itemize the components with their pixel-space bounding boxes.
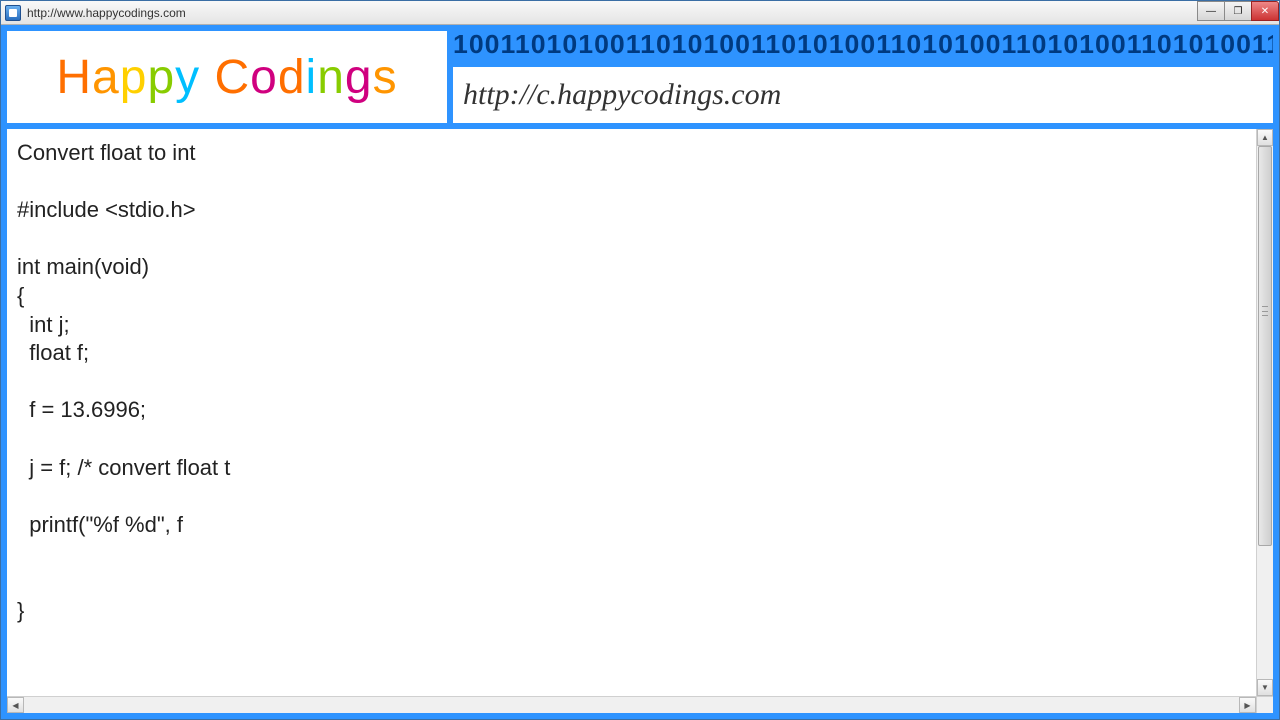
code-content: Convert float to int #include <stdio.h> … bbox=[7, 129, 1273, 713]
app-body: Happy Codings 10011010100110101001101010… bbox=[1, 25, 1279, 719]
titlebar[interactable]: http://www.happycodings.com — ❐ ✕ bbox=[1, 1, 1279, 25]
scroll-corner bbox=[1256, 696, 1273, 713]
window-controls: — ❐ ✕ bbox=[1198, 1, 1279, 21]
vscroll-thumb[interactable] bbox=[1258, 146, 1272, 546]
scroll-up-button[interactable]: ▲ bbox=[1257, 129, 1273, 146]
app-window: http://www.happycodings.com — ❐ ✕ Happy … bbox=[0, 0, 1280, 720]
header-right: 1001101010011010100110101001101010011010… bbox=[453, 31, 1273, 123]
site-url: http://c.happycodings.com bbox=[453, 67, 1273, 123]
header-row: Happy Codings 10011010100110101001101010… bbox=[7, 31, 1273, 123]
logo: Happy Codings bbox=[7, 31, 447, 123]
app-icon bbox=[5, 5, 21, 21]
content-code: #include <stdio.h> int main(void) { int … bbox=[17, 197, 230, 622]
scroll-right-button[interactable]: ▶ bbox=[1239, 697, 1256, 713]
vertical-scrollbar[interactable]: ▲ ▼ bbox=[1256, 129, 1273, 696]
content-area: Convert float to int #include <stdio.h> … bbox=[7, 129, 1273, 713]
window-title: http://www.happycodings.com bbox=[27, 6, 186, 20]
vscroll-track[interactable] bbox=[1257, 146, 1273, 679]
minimize-button[interactable]: — bbox=[1197, 1, 1225, 21]
svg-text:100110101001101010011010100110: 1001101010011010100110101001101010011010… bbox=[453, 31, 1273, 59]
hscroll-track[interactable] bbox=[24, 697, 1239, 713]
binary-decoration: 1001101010011010100110101001101010011010… bbox=[453, 31, 1273, 61]
content-title: Convert float to int bbox=[17, 140, 196, 165]
scroll-left-button[interactable]: ◀ bbox=[7, 697, 24, 713]
maximize-button[interactable]: ❐ bbox=[1224, 1, 1252, 21]
horizontal-scrollbar[interactable]: ◀ ▶ bbox=[7, 696, 1256, 713]
close-button[interactable]: ✕ bbox=[1251, 1, 1279, 21]
scroll-down-button[interactable]: ▼ bbox=[1257, 679, 1273, 696]
